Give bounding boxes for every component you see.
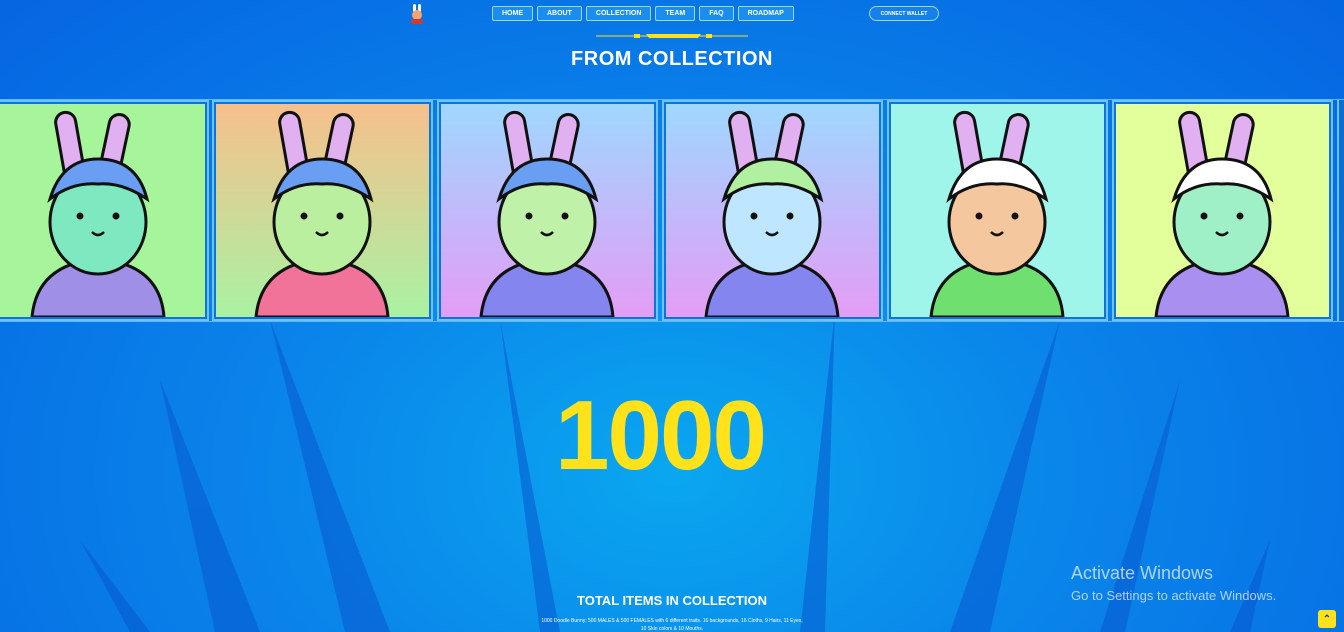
main-menu: HOME ABOUT COLLECTION TEAM FAQ ROADMAP [492,6,794,21]
nav-roadmap[interactable]: ROADMAP [737,6,794,21]
nft-card[interactable] [1112,100,1333,321]
bunny-nft-image [0,104,205,317]
connect-wallet-button[interactable]: CONNECT WALLET [869,6,939,21]
total-count: 1000 [555,380,767,490]
nav-home[interactable]: HOME [492,6,533,21]
nav-collection[interactable]: COLLECTION [585,6,652,21]
activate-windows-title: Activate Windows [1071,563,1214,583]
title-divider [596,34,748,38]
bunny-nft-image [441,104,654,317]
nft-card[interactable] [437,100,658,321]
activate-windows-subtitle: Go to Settings to activate Windows. [1071,588,1277,603]
collection-description: 1000 Doodle Bunny; 500 MALES & 500 FEMAL… [541,618,803,632]
nft-card[interactable] [662,100,883,321]
section-title: FROM COLLECTION [571,48,773,70]
bunny-nft-image [216,104,429,317]
nft-card[interactable] [212,100,433,321]
bunny-nft-image [1116,104,1329,317]
bunny-logo-icon[interactable] [406,3,428,25]
nav-team[interactable]: TEAM [655,6,696,21]
top-nav: HOME ABOUT COLLECTION TEAM FAQ ROADMAP C… [0,0,1344,30]
bunny-nft-image [666,104,879,317]
nav-about[interactable]: ABOUT [537,6,582,21]
scroll-to-top-icon[interactable]: ⌃ [1318,610,1336,628]
nft-card[interactable] [887,100,1108,321]
next-card-edge [1337,100,1344,321]
bunny-nft-image [891,104,1104,317]
nft-card[interactable] [0,100,209,321]
total-label: TOTAL ITEMS IN COLLECTION [577,593,767,608]
nav-faq[interactable]: FAQ [699,6,734,21]
